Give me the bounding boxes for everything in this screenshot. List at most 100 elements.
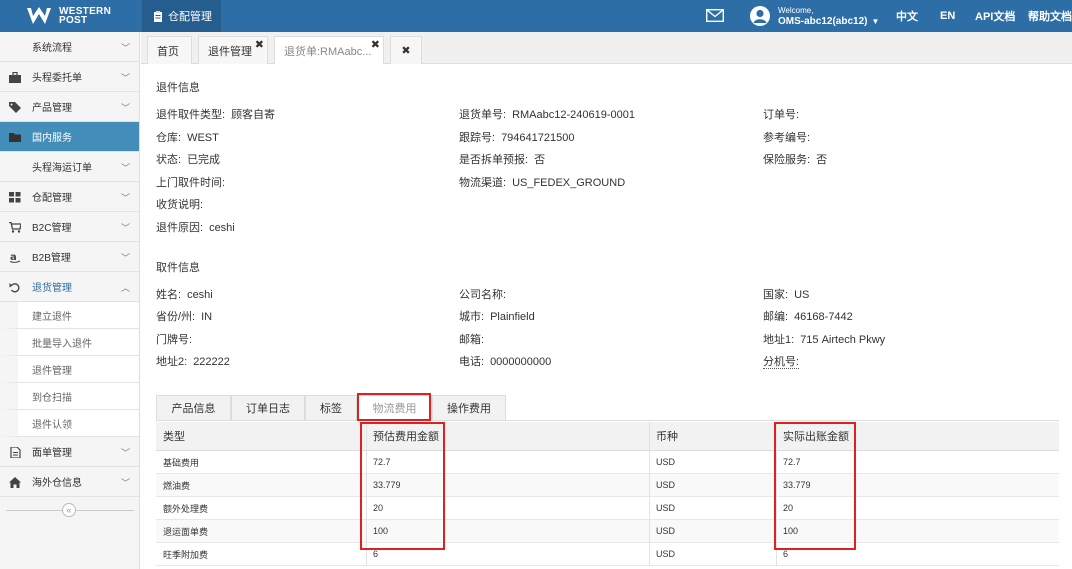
- tab-return-manage[interactable]: 退件管理 ✖: [198, 36, 268, 64]
- user-menu[interactable]: Welcome, OMS-abc12(abc12) ▼: [750, 4, 879, 28]
- cell-estimated: 33.779: [373, 480, 401, 490]
- sidebar: 系统流程 ﹀ 头程委托单 ﹀ 产品管理 ﹀ 国内服务 头程海运订单 ﹀ 仓配管理 ﹀ B2…: [0, 32, 140, 569]
- field-address1: 地址1: 715 Airtech Pkwy: [763, 334, 886, 346]
- field-pickup-type: 退件取件类型: 顾客自寄: [156, 109, 276, 121]
- lang-cn-link[interactable]: 中文: [896, 0, 918, 32]
- close-all-tabs-button[interactable]: ✖: [390, 36, 422, 64]
- cell-type: 退运面单费: [163, 526, 209, 537]
- module-tab-warehouse[interactable]: 仓配管理: [142, 0, 221, 32]
- cell-estimated: 20: [373, 503, 384, 513]
- api-doc-link[interactable]: API文档: [975, 0, 1015, 32]
- tab-operation-fee[interactable]: 操作费用: [432, 395, 506, 421]
- field-extension: 分机号:: [763, 356, 800, 369]
- collapse-sidebar-icon[interactable]: «: [62, 503, 76, 517]
- welcome-text: Welcome,: [778, 6, 814, 15]
- nav-sea-orders[interactable]: 头程海运订单 ﹀: [0, 152, 139, 182]
- field-insurance: 保险服务: 否: [763, 154, 828, 166]
- clipboard-icon: [154, 10, 162, 22]
- table-header: 类型 预估费用金额 币种 实际出账金额: [156, 422, 1059, 451]
- logo-mark-icon: [27, 7, 51, 24]
- chevron-down-icon: ﹀: [120, 448, 130, 458]
- cell-type: 额外处理费: [163, 503, 209, 514]
- cell-currency: USD: [656, 480, 676, 490]
- tab-return-detail[interactable]: 退货单:RMAabc... ✖: [274, 36, 384, 64]
- mail-icon[interactable]: [706, 9, 724, 22]
- field-phone: 电话: 0000000000: [459, 356, 552, 368]
- subnav-return-claim[interactable]: 退件认领: [0, 410, 139, 437]
- section-title-return-info: 退件信息: [156, 82, 200, 94]
- cell-actual: 100: [783, 526, 799, 536]
- nav-returns[interactable]: 退货管理 ︿: [0, 272, 139, 302]
- folder-icon: [9, 133, 21, 142]
- chevron-down-icon: ﹀: [120, 223, 130, 233]
- nav-b2b[interactable]: a B2B管理 ﹀: [0, 242, 139, 272]
- cell-currency: USD: [656, 549, 676, 559]
- chevron-down-icon: ﹀: [120, 253, 130, 263]
- field-state: 省份/州: IN: [156, 311, 213, 323]
- nav-warehouse[interactable]: 仓配管理 ﹀: [0, 182, 139, 212]
- main-content: 退件信息 退件取件类型: 顾客自寄 退货单号: RMAabc12-240619-00…: [141, 65, 1072, 569]
- help-doc-link[interactable]: 帮助文档: [1028, 0, 1072, 32]
- field-city: 城市: Plainfield: [459, 311, 535, 323]
- subnav-arrival-scan[interactable]: 到仓扫描: [0, 383, 139, 410]
- nav-domestic-service[interactable]: 国内服务: [0, 122, 139, 152]
- nav-b2c[interactable]: B2C管理 ﹀: [0, 212, 139, 242]
- cell-estimated: 6: [373, 549, 379, 559]
- field-warehouse: 仓库: WEST: [156, 132, 219, 144]
- close-tab-icon[interactable]: ✖: [255, 38, 264, 51]
- lang-en-link[interactable]: EN: [940, 0, 955, 32]
- subnav-return-manage[interactable]: 退件管理: [0, 356, 139, 383]
- field-reference-number: 参考编号:: [763, 132, 811, 144]
- nav-headhaul-consign[interactable]: 头程委托单 ﹀: [0, 62, 139, 92]
- col-header-actual: 实际出账金额: [783, 431, 849, 443]
- field-address2: 地址2: 222222: [156, 356, 230, 368]
- col-header-currency: 币种: [656, 431, 678, 443]
- brand-name: WESTERN POST: [59, 6, 112, 26]
- field-rma-number: 退货单号: RMAabc12-240619-0001: [459, 109, 635, 121]
- field-split-forecast: 是否拆单预报: 否: [459, 154, 546, 166]
- user-avatar-icon: [750, 6, 770, 26]
- undo-icon: [9, 283, 20, 293]
- table-row: 退运面单费 100 USD 100: [156, 520, 1059, 543]
- chevron-down-icon: ﹀: [120, 103, 130, 113]
- tag-icon: [9, 102, 21, 113]
- field-receipt-note: 收货说明:: [156, 199, 204, 211]
- chevron-up-icon: ︿: [120, 283, 130, 293]
- field-order-number: 订单号:: [763, 109, 800, 121]
- brand-logo[interactable]: WESTERN POST: [0, 0, 140, 32]
- nav-overseas-warehouse[interactable]: 海外仓信息 ﹀: [0, 467, 139, 497]
- caret-down-icon: ▼: [871, 17, 880, 26]
- field-name: 姓名: ceshi: [156, 289, 213, 301]
- username: OMS-abc12(abc12): [778, 16, 868, 27]
- nav-products[interactable]: 产品管理 ﹀: [0, 92, 139, 122]
- field-logistics-channel: 物流渠道: US_FEDEX_GROUND: [459, 177, 626, 189]
- tab-logistics-fee[interactable]: 物流费用: [357, 395, 432, 421]
- subnav-batch-import[interactable]: 批量导入退件: [0, 329, 139, 356]
- field-email: 邮箱:: [459, 334, 485, 346]
- chevron-down-icon: ﹀: [120, 73, 130, 83]
- table-row: 额外处理费 20 USD 20: [156, 497, 1059, 520]
- nav-label-manage[interactable]: 面单管理 ﹀: [0, 437, 139, 467]
- table-row: 燃油费 33.779 USD 33.779: [156, 474, 1059, 497]
- subnav-create-return[interactable]: 建立退件: [0, 302, 139, 329]
- chevron-down-icon: ﹀: [120, 43, 130, 53]
- close-tab-icon[interactable]: ✖: [371, 38, 380, 51]
- tab-order-log[interactable]: 订单日志: [231, 395, 305, 421]
- field-zip: 邮编: 46168-7442: [763, 311, 853, 323]
- cell-actual: 6: [783, 549, 789, 559]
- tab-home[interactable]: 首页: [147, 36, 192, 64]
- tab-label[interactable]: 标签: [305, 395, 357, 421]
- home-icon: [9, 477, 21, 488]
- col-header-type: 类型: [163, 431, 185, 443]
- tab-product-info[interactable]: 产品信息: [156, 395, 231, 421]
- nav-system-flow[interactable]: 系统流程 ﹀: [0, 32, 139, 62]
- cell-currency: USD: [656, 457, 676, 467]
- field-pickup-time: 上门取件时间:: [156, 177, 226, 189]
- field-return-reason: 退件原因: ceshi: [156, 222, 235, 234]
- cart-icon: [9, 222, 21, 233]
- cell-type: 基础费用: [163, 457, 200, 468]
- briefcase-icon: [9, 72, 21, 83]
- detail-tabs: 产品信息 订单日志 标签 物流费用 操作费用: [156, 393, 1059, 421]
- field-company: 公司名称:: [459, 289, 507, 301]
- cell-type: 旺季附加费: [163, 549, 209, 560]
